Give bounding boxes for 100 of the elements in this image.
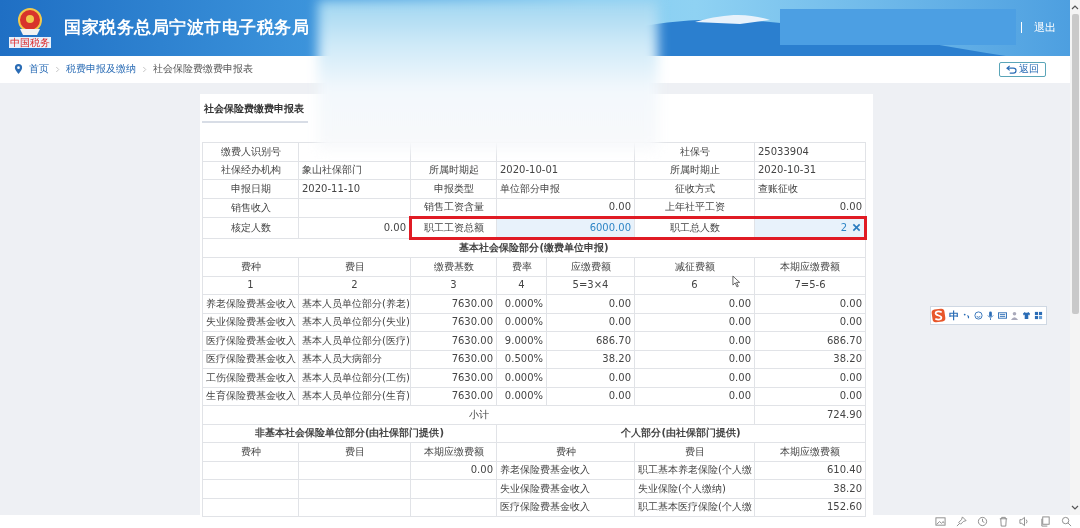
field-label: 申报日期 [202,179,299,198]
field-label: 职工工资总额 [410,217,497,238]
table-cell: 基本人员大病部分 [298,350,411,369]
s-logo-icon[interactable] [931,308,946,323]
table-cell: 0.00 [546,387,635,406]
table-cell: 0.500% [496,350,547,369]
clock-icon[interactable] [977,516,988,527]
ime-mode-label[interactable]: 中 [949,308,959,323]
table-cell: 38.20 [546,350,635,369]
column-header: 应缴费额 [546,257,635,276]
field-value: 2020-11-10 [298,179,411,198]
ime-toolbar[interactable]: 中 [930,306,1047,325]
section-title: 基本社会保险部分(缴费单位申报) [202,238,866,258]
table-cell: 养老保险费基金收入 [202,294,299,313]
breadcrumb-link[interactable]: 首页 [29,62,49,77]
scroll-down-icon[interactable] [1070,504,1080,512]
copy-icon[interactable] [1040,516,1051,527]
table-cell: 38.20 [754,479,866,498]
field-label: 缴费人识别号 [202,142,299,161]
emblem-icon [15,7,45,38]
speaker-icon[interactable] [1019,516,1030,527]
field-label: 销售收入 [202,198,299,218]
breadcrumb-link[interactable]: 税费申报及缴纳 [66,62,136,77]
field-value: 象山社保部门 [298,161,411,180]
punctuation-icon[interactable] [962,311,971,320]
column-number: 4 [496,276,547,295]
breadcrumb-current: 社会保险费缴费申报表 [153,62,253,77]
pin-icon[interactable] [956,516,967,527]
table-cell: 0.00 [634,387,755,406]
column-header: 费种 [202,442,299,461]
column-number: 3 [410,276,497,295]
field-label: 社保经办机构 [202,161,299,180]
table-cell: 610.40 [754,461,866,480]
shirt-icon[interactable] [1022,311,1031,320]
logo-caption: 中国税务 [9,37,51,49]
table-cell: 工伤保险费基金收入 [202,368,299,387]
column-header: 本期应缴费额 [754,442,866,461]
field-value: 单位部分申报 [496,179,635,198]
back-button[interactable]: 返回 [999,62,1046,77]
table-cell: 失业保险(个人缴纳) [634,479,755,498]
table-cell: 0.00 [634,313,755,332]
table-cell: 38.20 [754,350,866,369]
table-cell: 0.00 [754,313,866,332]
scroll-up-icon[interactable] [1070,3,1080,11]
chevron-icon [142,66,147,73]
microphone-icon[interactable] [986,311,995,320]
table-cell: 0.000% [496,313,547,332]
table-cell: 失业保险费基金收入 [496,479,635,498]
table-cell: 0.00 [754,294,866,313]
trash-icon[interactable] [998,516,1009,527]
scrollbar[interactable] [1070,0,1080,515]
table-cell: 生育保险费基金收入 [202,387,299,406]
scrollbar-thumb[interactable] [1071,14,1079,314]
column-header: 费种 [496,442,635,461]
subtotal-label: 小计 [202,405,755,424]
field-label: 申报类型 [410,179,497,198]
table-cell: 7630.00 [410,368,497,387]
table-cell: 9.000% [496,331,547,350]
form-tab[interactable]: 社会保险费缴费申报表 [202,95,308,123]
field-label: 核定人数 [202,217,299,238]
field-label: 职工总人数 [634,217,755,238]
table-cell: 7630.00 [410,387,497,406]
grid-icon[interactable] [1034,311,1043,320]
input-field[interactable]: 2 [754,217,866,238]
column-number: 2 [298,276,411,295]
table-cell: 7630.00 [410,313,497,332]
field-label: 征收方式 [634,179,755,198]
keyboard-icon[interactable] [998,311,1007,320]
table-cell: 0.00 [634,331,755,350]
table-cell: 7630.00 [410,331,497,350]
field-value: 25033904 [754,142,866,161]
table-cell: 0.00 [634,368,755,387]
column-header: 缴费基数 [410,257,497,276]
column-header: 费目 [298,442,411,461]
image-icon[interactable] [935,516,946,527]
clear-icon[interactable] [852,222,861,232]
table-cell: 基本人员单位部分(养老) [298,294,411,313]
table-cell: 基本人员单位部分(生育) [298,387,411,406]
table-cell: 基本人员单位部分(工伤) [298,368,411,387]
column-number: 5=3×4 [546,276,635,295]
subtotal-value: 724.90 [754,405,866,424]
search-icon[interactable] [1061,516,1072,527]
table-cell: 0.00 [754,368,866,387]
table-cell: 医疗保险费基金收入 [202,331,299,350]
table-cell: 基本人员单位部分(医疗) [298,331,411,350]
smiley-icon[interactable] [974,311,983,320]
column-header: 费率 [496,257,547,276]
column-header: 费目 [298,257,411,276]
location-pin-icon [14,64,23,75]
person-icon[interactable] [1010,311,1019,320]
return-arrow-icon [1006,65,1017,74]
table-cell: 0.00 [546,368,635,387]
mouse-cursor-icon [732,275,741,288]
table-cell: 职工基本养老保险(个人缴 [634,461,755,480]
table-cell: 686.70 [754,331,866,350]
input-field[interactable]: 6000.00 [496,217,635,238]
table-cell: 7630.00 [410,350,497,369]
field-value: 2020-10-01 [496,161,635,180]
section-title: 个人部分(由社保部门提供) [496,424,866,443]
table-cell: 失业保险费基金收入 [202,313,299,332]
